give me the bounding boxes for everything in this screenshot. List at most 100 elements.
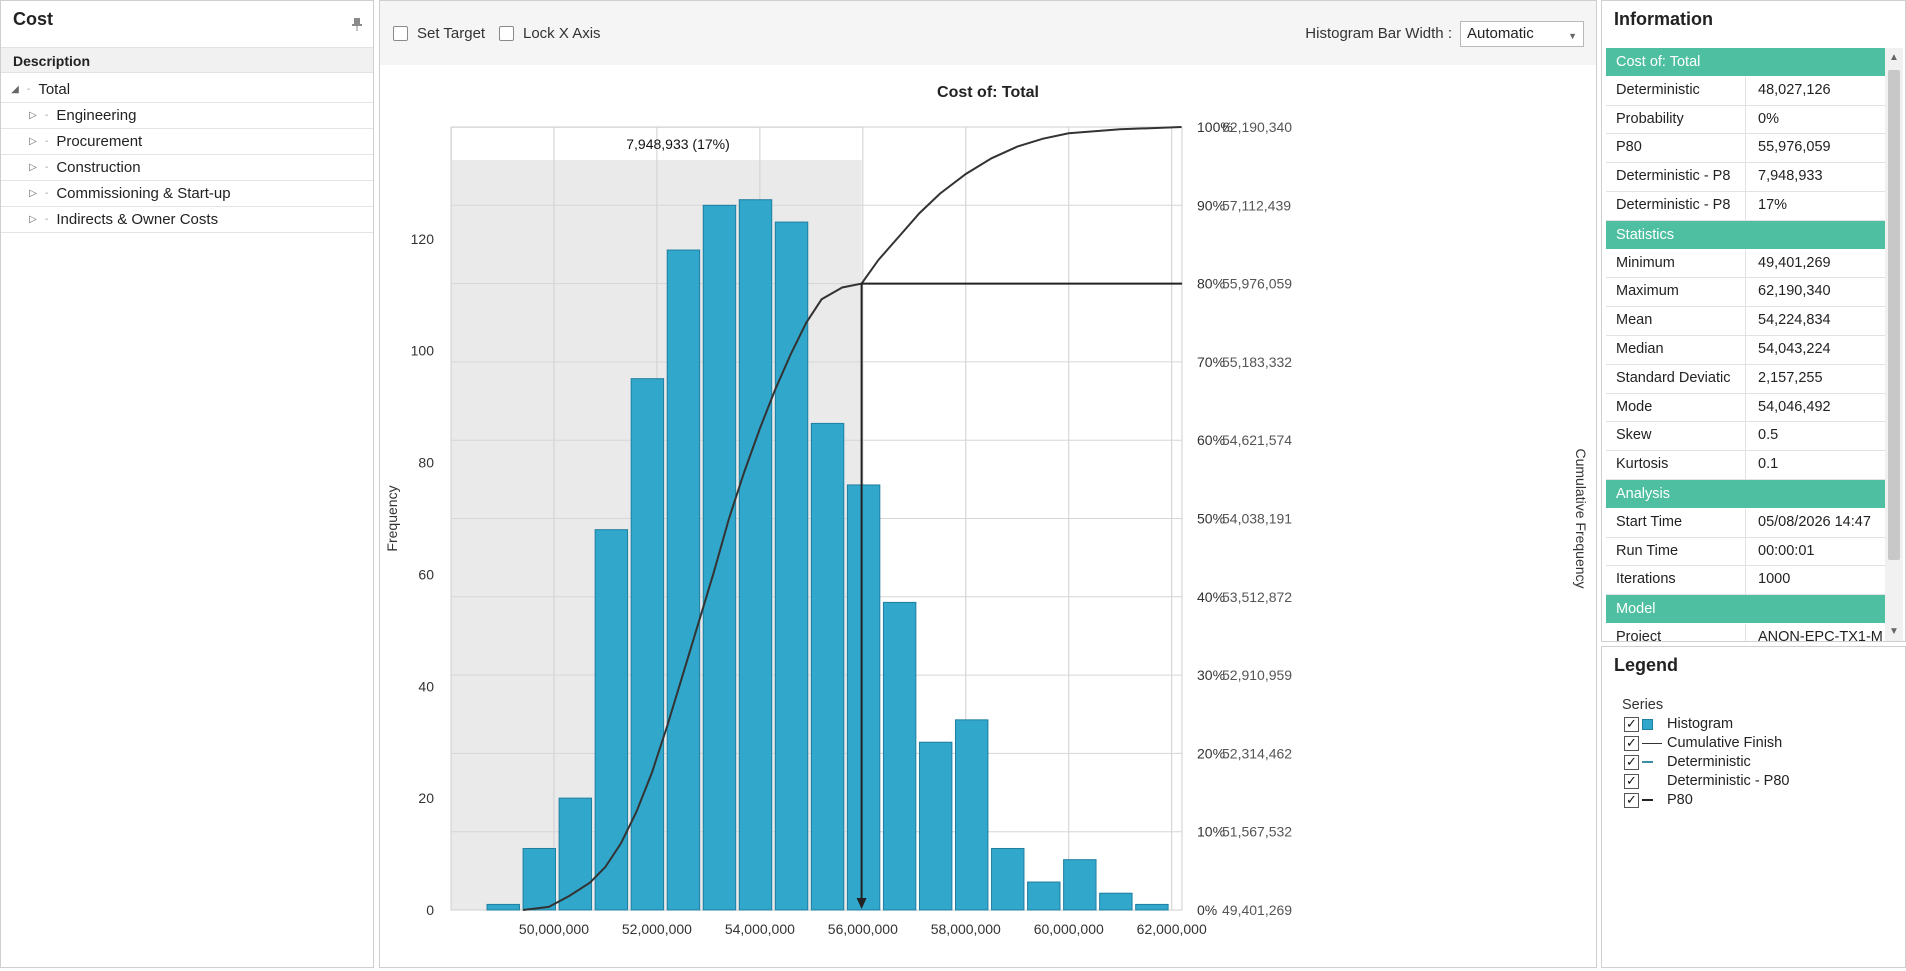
scroll-up-icon[interactable]: ▲ [1885,52,1903,63]
legend-item[interactable]: ✓ Histogram [1624,715,1733,733]
tree-dash: - [45,110,49,121]
info-value: 49,401,269 [1758,254,1831,271]
expand-icon[interactable]: ▷ [27,110,39,121]
tree-item-engineering[interactable]: ▷ - Engineering [1,103,373,129]
tree-item-label: Construction [56,159,141,176]
lock-x-axis-checkbox[interactable] [499,26,514,41]
y2-percent-tick-label: 0% [1197,902,1217,918]
scroll-thumb[interactable] [1888,70,1900,560]
tree-dash: - [45,136,49,147]
legend-label: Deterministic [1667,754,1751,770]
tree-item-label: Engineering [56,107,137,124]
expand-icon[interactable]: ▷ [27,136,39,147]
y2-value-tick-label: 54,038,191 [1222,511,1292,527]
legend-label: Cumulative Finish [1667,735,1783,751]
legend-checkbox[interactable]: ✓ [1624,754,1639,770]
legend-checkbox[interactable]: ✓ [1624,735,1639,751]
collapse-icon[interactable]: ◢ [9,84,21,95]
y-tick-label: 60 [418,566,434,582]
legend-item[interactable]: ✓ P80 [1624,791,1693,809]
y2-percent-tick-label: 60% [1197,432,1225,448]
info-scrollbar[interactable]: ▲ ▼ [1885,48,1903,641]
tree-dash: - [45,214,49,225]
x-tick-label: 58,000,000 [931,921,1001,937]
info-row: Deterministic - P8 7,948,933 [1606,163,1886,192]
histogram-bar [1099,892,1133,911]
y2-percent-tick-label: 50% [1197,511,1225,527]
tree-item-indirects[interactable]: ▷ - Indirects & Owner Costs [1,207,373,233]
info-row: Project ANON-EPC-TX1-M [1606,623,1886,641]
histogram-bar [846,484,881,911]
info-key: Deterministic [1606,76,1746,105]
info-row: Deterministic 48,027,126 [1606,76,1886,106]
set-target-label[interactable]: Set Target [417,25,485,42]
tree-item-label: Procurement [56,133,143,150]
y2-percent-tick-label: 30% [1197,667,1225,683]
tree-dash: - [27,84,31,95]
y2-percent-tick-label: 20% [1197,745,1225,761]
information-panel: Information Cost of: Total Deterministic 4… [1601,0,1906,642]
info-section-header: Cost of: Total [1606,48,1886,77]
tree-item-construction[interactable]: ▷ - Construction [1,155,373,181]
y2-percent-tick-label: 80% [1197,276,1225,292]
information-title: Information [1614,9,1713,29]
chart-title: Cost of: Total [937,84,1039,101]
info-value: 1000 [1758,571,1791,588]
tree-dash: - [45,162,49,173]
x-tick-label: 56,000,000 [828,921,898,937]
info-row: Deterministic - P8 17% [1606,191,1886,221]
expand-icon[interactable]: ▷ [27,214,39,225]
pin-icon[interactable] [351,17,363,36]
legend-checkbox[interactable]: ✓ [1624,716,1639,732]
lock-x-axis-label[interactable]: Lock X Axis [523,25,601,42]
tree-item-commissioning[interactable]: ▷ - Commissioning & Start-up [1,181,373,207]
histogram-bar [918,741,953,911]
y-tick-label: 20 [418,790,434,806]
legend-panel: Legend Series ✓ Histogram ✓ Cumulative Fini… [1601,646,1906,968]
tree-item-total[interactable]: ◢ - Total [1,77,373,103]
y-tick-label: 40 [418,678,434,694]
y2-percent-tick-label: 70% [1197,354,1225,370]
description-column-header[interactable]: Description [1,47,373,73]
y2-value-tick-label: 52,314,462 [1222,745,1292,761]
info-row: P80 55,976,059 [1606,134,1886,164]
chart-toolbar: Set Target Lock X Axis Histogram Bar Wid… [380,1,1596,65]
info-row: Skew 0.5 [1606,422,1886,452]
info-row: Probability 0% [1606,105,1886,135]
scroll-down-icon[interactable]: ▼ [1885,626,1903,637]
histogram-bar [594,529,629,911]
histogram-bar [1135,903,1169,911]
expand-icon[interactable]: ▷ [27,188,39,199]
info-key: Standard Deviatic [1606,364,1746,393]
histogram-chart[interactable]: Cost of: Total 7,948,933 (17%) 0 20 40 60 80 10… [380,65,1596,967]
y2-percent-tick-label: 10% [1197,824,1225,840]
legend-swatch-icon [1642,717,1662,731]
bar-width-dropdown[interactable]: Automatic ▼ [1460,21,1584,47]
expand-icon[interactable]: ▷ [27,162,39,173]
legend-label: P80 [1667,792,1693,808]
x-tick-label: 54,000,000 [725,921,795,937]
legend-label: Deterministic - P80 [1667,773,1790,789]
tree-item-procurement[interactable]: ▷ - Procurement [1,129,373,155]
bar-width-label: Histogram Bar Width : [1305,25,1452,42]
legend-checkbox[interactable]: ✓ [1624,792,1639,808]
x-tick-label: 50,000,000 [519,921,589,937]
cost-panel-title: Cost [13,9,53,29]
info-value: 54,043,224 [1758,340,1831,357]
legend-item[interactable]: ✓ Cumulative Finish [1624,734,1782,752]
legend-item[interactable]: ✓ Deterministic - P80 [1624,772,1789,790]
legend-item[interactable]: ✓ Deterministic [1624,753,1751,771]
legend-swatch-icon [1642,736,1662,750]
info-row: Mean 54,224,834 [1606,307,1886,336]
info-value: 48,027,126 [1758,81,1831,98]
legend-checkbox[interactable]: ✓ [1624,773,1639,789]
x-tick-label: 62,000,000 [1137,921,1207,937]
legend-series-title: Series [1622,697,1664,713]
information-table: Cost of: Total Deterministic 48,027,126 Pro… [1606,48,1886,641]
info-value: 7,948,933 [1758,168,1823,185]
info-value: 54,046,492 [1758,398,1831,415]
info-key: Kurtosis [1606,451,1746,479]
y2-percent-tick-label: 40% [1197,589,1225,605]
set-target-checkbox[interactable] [393,26,408,41]
info-value: 2,157,255 [1758,369,1823,386]
